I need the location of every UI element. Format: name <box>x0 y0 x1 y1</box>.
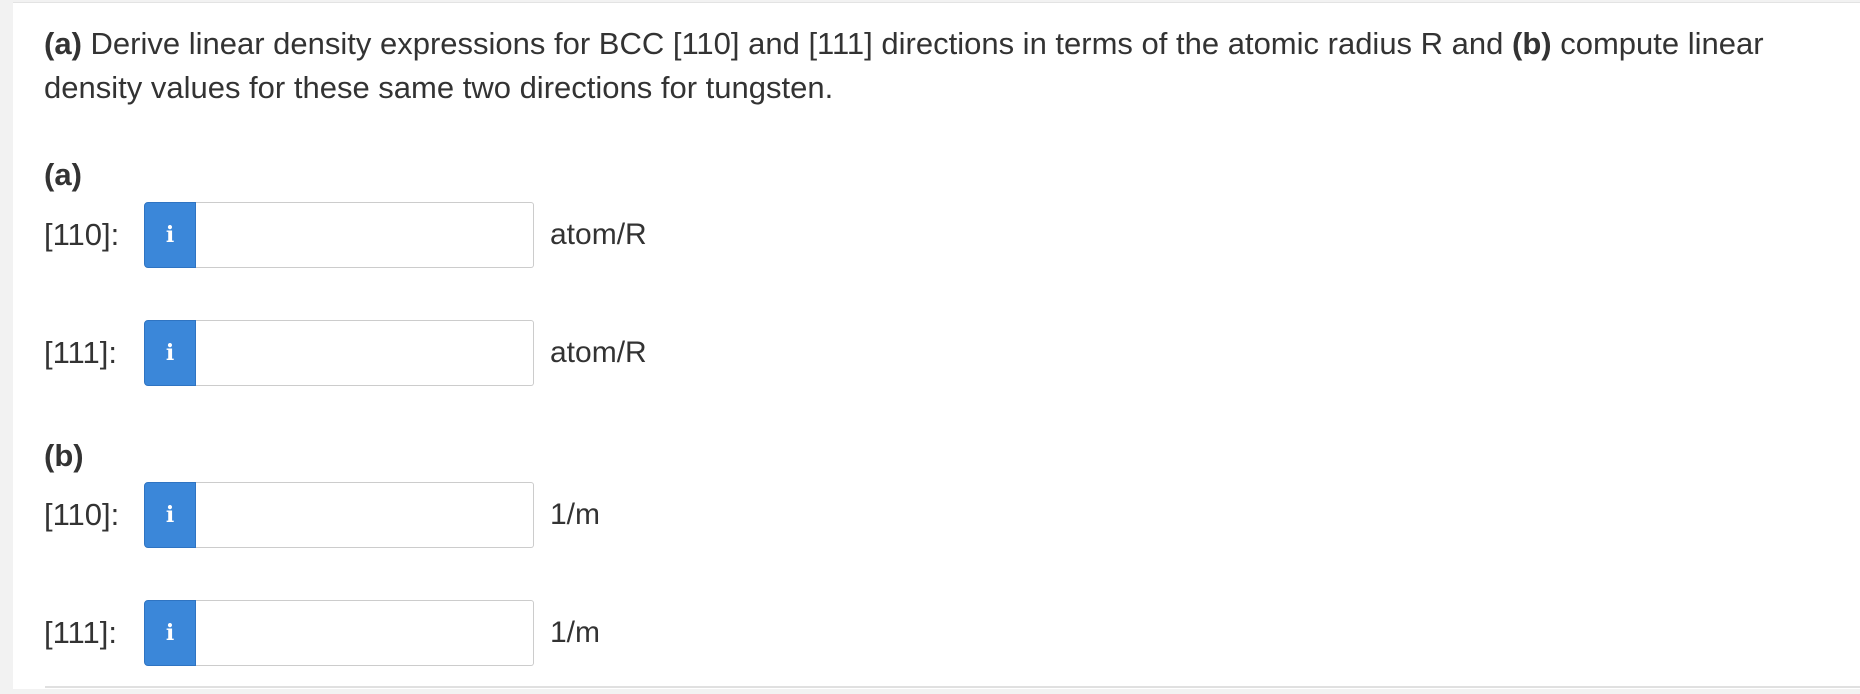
direction-label: [110]: <box>44 217 120 252</box>
direction-label: [111]: <box>44 615 117 650</box>
info-glyph: i <box>165 620 175 646</box>
info-icon[interactable]: i <box>144 482 196 548</box>
unit-label: atom/R <box>550 218 647 251</box>
divider <box>45 686 1860 688</box>
part-b-label: (b) <box>44 438 84 473</box>
answer-row-a-111: [111]: i atom/R <box>44 320 647 386</box>
unit-label: 1/m <box>550 498 601 531</box>
answer-input-a-111[interactable] <box>196 320 534 386</box>
direction-label: [111]: <box>44 335 117 370</box>
part-b-marker: (b) <box>1512 26 1552 61</box>
answer-input-b-110[interactable] <box>196 482 534 548</box>
info-icon[interactable]: i <box>144 320 196 386</box>
answer-row-b-110: [110]: i 1/m <box>44 482 600 548</box>
info-icon[interactable]: i <box>144 202 196 268</box>
info-icon[interactable]: i <box>144 600 196 666</box>
info-glyph: i <box>165 340 175 366</box>
answer-input-b-111[interactable] <box>196 600 534 666</box>
question-text-part-1: Derive linear density expressions for BC… <box>81 26 1513 61</box>
info-glyph: i <box>165 222 175 248</box>
answer-row-b-111: [111]: i 1/m <box>44 600 600 666</box>
unit-label: 1/m <box>550 616 601 649</box>
unit-label: atom/R <box>550 336 647 369</box>
info-glyph: i <box>165 502 175 528</box>
answer-row-a-110: [110]: i atom/R <box>44 202 647 268</box>
answer-input-a-110[interactable] <box>196 202 534 268</box>
part-a-label: (a) <box>44 157 82 192</box>
part-a-marker: (a) <box>44 26 82 61</box>
direction-label: [110]: <box>44 497 120 532</box>
question-text: (a) Derive linear density expressions fo… <box>44 22 1834 110</box>
